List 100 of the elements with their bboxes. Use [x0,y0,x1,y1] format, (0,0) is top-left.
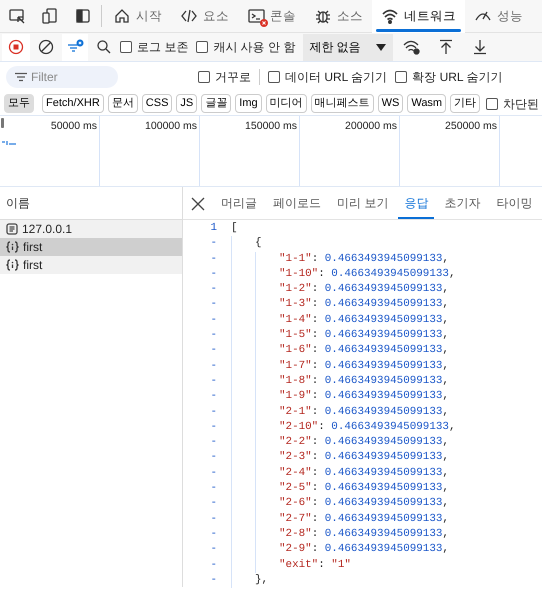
braces-icon [6,241,19,253]
devtools-tab[interactable]: 시작 [104,0,171,32]
checkbox[interactable] [120,41,132,53]
timeline-tick-label: 50000 ms [50,120,97,132]
type-filter-chip[interactable]: CSS [142,94,172,113]
document-icon [6,223,18,235]
line-number: - [209,526,218,542]
line-number: - [209,512,218,527]
checkbox[interactable] [395,71,408,83]
download-icon[interactable] [472,39,487,55]
type-filter-chip[interactable]: 미디어 [266,94,307,113]
filter-lines-icon [15,72,27,82]
line-number: - [209,266,218,282]
console-icon [247,7,265,25]
checkbox[interactable] [268,71,280,83]
type-filter-chip[interactable]: 모두 [4,94,34,113]
code-line: "2-1": 0.4663493945099133, [279,404,449,420]
type-filter-chip[interactable]: JS [176,94,198,113]
search-icon[interactable] [96,39,112,55]
line-number: 1 [209,221,218,236]
checkbox-label: 데이터 URL 숨기기 [285,69,388,86]
code-line: "1-7": 0.4663493945099133, [279,358,449,374]
line-number: - [209,312,218,328]
type-filter-chip[interactable]: Wasm [407,94,446,113]
devtools-tab[interactable]: 성능 [465,0,532,32]
line-number: - [209,343,218,358]
line-number: - [209,435,218,450]
code-line: "1-8": 0.4663493945099133, [279,374,449,389]
timeline-handle[interactable] [1,118,4,128]
devtools-tab[interactable]: 요소 [171,0,238,32]
code-line: "2-9": 0.4663493945099133, [279,542,449,558]
braces-icon [6,259,19,271]
line-number: - [209,282,218,298]
type-filter-chip[interactable]: Img [235,94,262,113]
line-number: - [209,252,218,267]
checkbox-label: 로그 보존 [137,39,188,56]
type-filter-chip[interactable]: WS [378,94,404,113]
network-settings-icon[interactable] [402,39,421,55]
request-row[interactable]: 127.0.0.1 [0,220,182,238]
code-icon [180,7,198,25]
line-number: - [209,374,218,389]
detail-tab[interactable]: 미리 보기 [329,187,396,219]
code-line: "1-6": 0.4663493945099133, [279,343,449,358]
devtools-tab[interactable]: 네트워크 [372,0,465,32]
line-number: - [209,297,218,312]
timeline-tick-label: 150000 ms [245,120,297,132]
code-line: { [255,236,262,252]
code-line: [ [231,221,238,236]
caret-icon [374,42,387,52]
request-row[interactable]: first [0,256,182,274]
timeline-tick-label: 250000 ms [445,120,497,132]
column-header: 이름 [6,195,30,212]
checkbox-label: 차단된 [503,96,540,112]
detail-tab[interactable]: 페이로드 [265,187,329,219]
devtools-tab[interactable]: 소스 [305,0,372,32]
line-number: - [209,558,218,573]
code-line: "2-2": 0.4663493945099133, [279,435,449,450]
timeline-tick-label: 200000 ms [345,120,397,132]
checkbox[interactable] [196,41,208,53]
request-row[interactable]: first [0,238,182,256]
line-number: - [209,450,218,466]
checkbox-label: 거꾸로 [215,69,251,86]
upload-icon[interactable] [438,39,453,55]
wifi-icon [381,7,399,25]
filter-field[interactable]: Filter [6,66,118,88]
code-line: "1-4": 0.4663493945099133, [279,312,449,328]
line-number: - [209,328,218,344]
detail-tab[interactable]: 타이밍 [488,187,540,219]
type-filter-chip[interactable]: 문서 [108,94,138,113]
line-number: - [209,496,218,512]
type-filter-chip[interactable]: 글꼴 [201,94,232,113]
detail-tab[interactable]: 머리글 [213,187,265,219]
code-line: "1-10": 0.4663493945099133, [279,266,456,282]
type-filter-chip[interactable]: 매니페스트 [310,94,374,113]
line-number: - [209,236,218,252]
checkbox[interactable] [486,98,498,110]
code-line: "2-4": 0.4663493945099133, [279,466,449,481]
close-icon[interactable] [191,196,205,210]
throttle-dropdown[interactable]: 제한 없음 [303,34,393,60]
line-number: - [209,542,218,558]
code-line: "1-5": 0.4663493945099133, [279,328,449,344]
code-line: "exit": "1" [279,558,351,573]
code-line: "1-3": 0.4663493945099133, [279,297,449,312]
code-line: "2-7": 0.4663493945099133, [279,512,449,527]
detail-tab[interactable]: 초기자 [436,187,488,219]
checkbox[interactable] [198,71,210,83]
type-filter-chip[interactable]: Fetch/XHR [42,94,104,113]
home-icon [113,7,131,25]
clear-icon[interactable] [38,39,54,55]
device-icon[interactable] [40,7,58,25]
line-number: - [209,572,218,588]
checkbox-label: 캐시 사용 안 함 [213,39,296,56]
code-line: }, [255,572,268,588]
record-stop-icon[interactable] [8,39,24,55]
code-line: "2-6": 0.4663493945099133, [279,496,449,512]
timeline-tick-label: 100000 ms [145,120,197,132]
devtools-tab[interactable]: 콘솔 [238,0,305,32]
sidebar-icon[interactable] [74,7,92,25]
type-filter-chip[interactable]: 기타 [450,94,480,113]
inspect-icon[interactable] [8,7,26,25]
